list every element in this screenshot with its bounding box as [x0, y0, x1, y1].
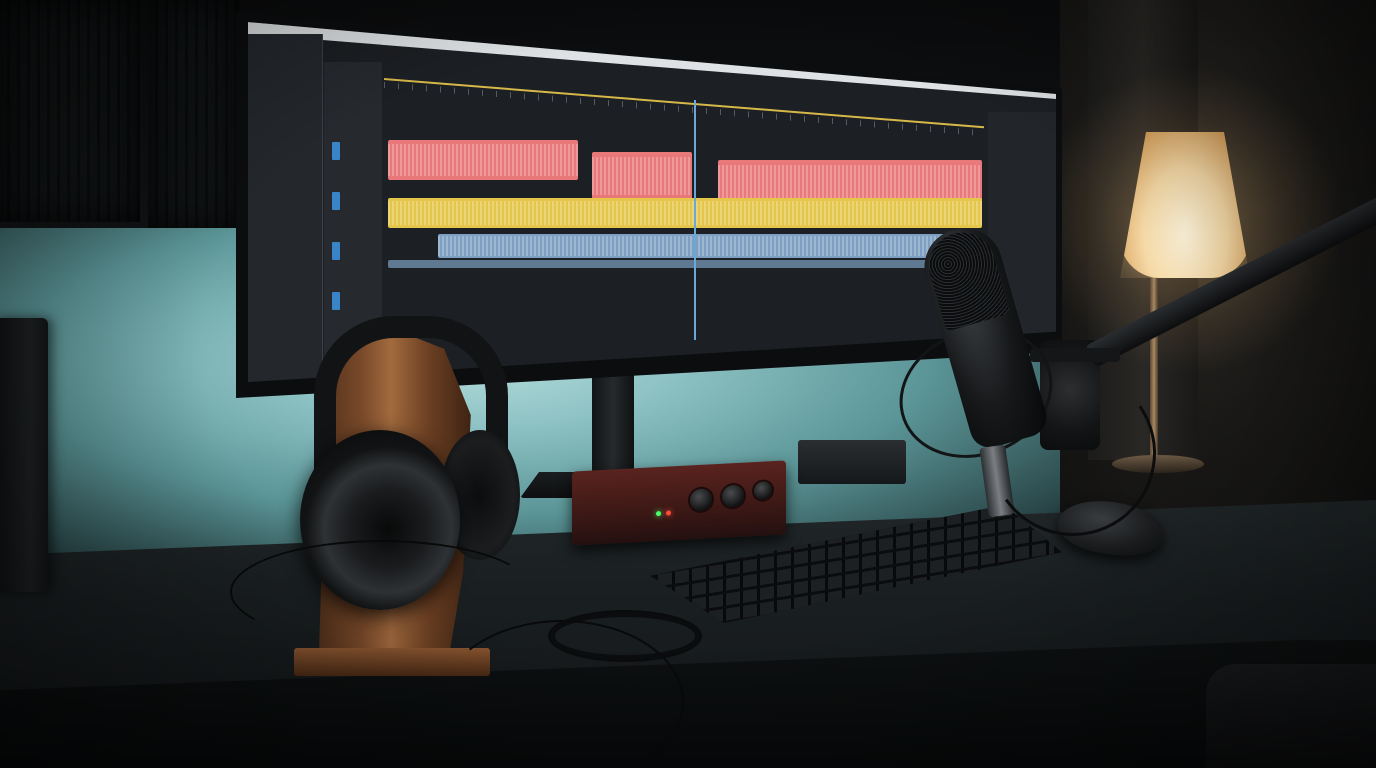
track-control: [332, 242, 340, 260]
audio-interface: [572, 460, 786, 546]
daw-browser-panel: [248, 34, 323, 382]
coiled-cable: [548, 610, 702, 662]
interface-led-green: [656, 510, 661, 517]
headphone-cable: [230, 540, 534, 644]
audio-clip-blue: [388, 260, 982, 268]
daw-playhead: [694, 100, 696, 340]
audio-clip-red: [388, 140, 578, 180]
desk-device: [798, 440, 906, 484]
interface-led-red: [666, 510, 671, 516]
track-control: [332, 292, 340, 310]
track-control: [332, 192, 340, 210]
audio-clip-blue: [438, 234, 982, 258]
interface-knob: [690, 488, 712, 512]
acoustic-panel-left: [0, 0, 140, 222]
interface-knob: [722, 484, 744, 508]
audio-clip-red: [592, 152, 692, 200]
daw-ruler: [384, 82, 984, 137]
acoustic-panel-center: [148, 0, 240, 230]
track-control: [332, 142, 340, 160]
audio-clip-yellow: [388, 198, 982, 228]
chair: [1206, 664, 1376, 768]
studio-desk-scene: [0, 0, 1376, 768]
monitor-stand-neck: [592, 360, 634, 480]
interface-knob: [754, 481, 772, 501]
speaker-left: [0, 318, 48, 592]
